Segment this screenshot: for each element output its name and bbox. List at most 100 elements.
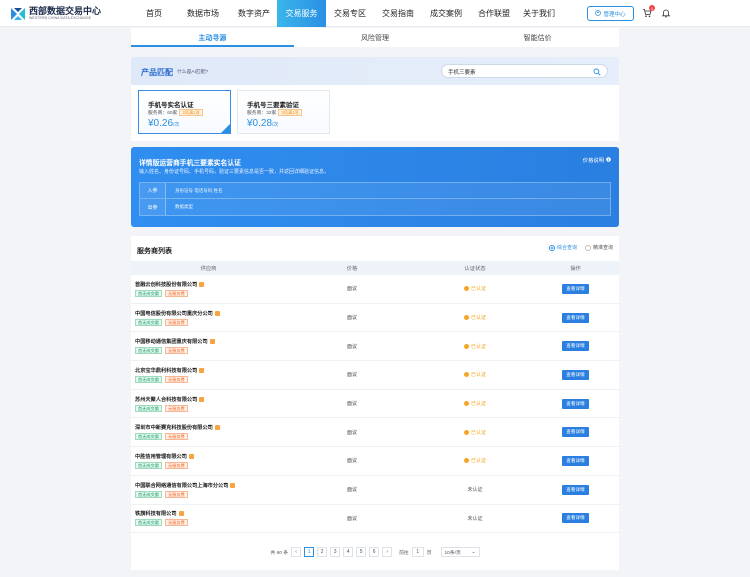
product-card-price: ¥0.28 [247, 118, 273, 129]
supplier-name-text: 北京宝华鼎利科技有限公司 [135, 367, 198, 374]
product-search-input[interactable] [448, 67, 588, 76]
col-header-action: 操作 [570, 266, 581, 272]
detail-title: 详情版运营商手机三要素实名认证 [139, 160, 241, 167]
verified-badge-icon [199, 396, 205, 402]
nav-item-7[interactable]: 合作联盟 [470, 0, 518, 27]
table-row: 中胜信用管理有限公司 首无成交量 无服务费 面议 已认证 查看详情 [131, 447, 619, 476]
page-number-button[interactable]: 6 [369, 547, 380, 557]
page-number-button[interactable]: 2 [317, 547, 328, 557]
supplier-tag: 首无成交量 [135, 433, 162, 441]
next-page-icon[interactable]: › [382, 547, 393, 557]
cart-icon[interactable]: 1 [642, 5, 655, 18]
goto-label: 前往 [399, 550, 409, 556]
product-card-title: 手机号三要素验证 [247, 102, 299, 109]
nav-item-6[interactable]: 成交案例 [422, 0, 470, 27]
view-details-button[interactable]: 查看详情 [562, 283, 589, 294]
supplier-name[interactable]: 铁旗科技有限公司 [135, 510, 286, 517]
view-details-button[interactable]: 查看详情 [562, 312, 589, 323]
view-details-button[interactable]: 查看详情 [562, 427, 589, 438]
view-details-button[interactable]: 查看详情 [562, 341, 589, 352]
nav-item-0[interactable]: 首页 [133, 0, 175, 27]
manage-center-button[interactable]: 管理中心 [587, 6, 634, 21]
supplier-name[interactable]: 苏州天聚人合科技有限公司 [135, 396, 286, 403]
bell-icon[interactable] [661, 8, 671, 18]
supplier-tag: 无服务费 [164, 461, 188, 469]
page-number-button[interactable]: 5 [356, 547, 367, 557]
verified-status-icon [463, 372, 469, 378]
status-text: 已认证 [470, 315, 486, 322]
info-icon [606, 156, 611, 164]
status-text: 已认证 [470, 401, 486, 408]
supplier-name[interactable]: 中国移动通信集团重庆有限公司 [135, 338, 286, 345]
nav-item-4[interactable]: 交易专区 [326, 0, 374, 27]
query-mode-radios: 综合查询 精准查询 [548, 244, 613, 251]
price-explanation-link[interactable]: 价格说明 [583, 156, 611, 164]
page-number-button[interactable]: 1 [304, 547, 315, 557]
supplier-cell: 苏州天聚人合科技有限公司 首无成交量 无服务费 [131, 390, 286, 418]
tab-active-sourcing[interactable]: 主动寻源 [131, 28, 294, 47]
supplier-name[interactable]: 北京宝华鼎利科技有限公司 [135, 367, 286, 374]
supplier-name[interactable]: 中国电信股份有限公司重庆分公司 [135, 310, 286, 317]
action-cell: 查看详情 [532, 505, 619, 533]
radio-dot [584, 244, 591, 251]
supplier-name[interactable]: 中国联合网络通信有限公司上海市分公司 [135, 482, 286, 489]
supplier-name[interactable]: 中胜信用管理有限公司 [135, 453, 286, 460]
verified-badge-icon [178, 511, 184, 517]
page-size-select[interactable]: 10条/页 ⌄ [440, 547, 480, 557]
supplier-cell: 中国联合网络通信有限公司上海市分公司 首无成交量 无服务费 [131, 476, 286, 504]
page-number-button[interactable]: 3 [330, 547, 341, 557]
supplier-tag: 无服务费 [164, 318, 188, 326]
nav-item-8[interactable]: 关于我们 [518, 0, 560, 27]
tab-smart-valuation[interactable]: 智能估价 [456, 28, 619, 47]
page-size-value: 10条/页 [444, 550, 461, 556]
pagination: 共 60 条 ‹ 123456 › 前往 1 页 10条/页 ⌄ [131, 545, 619, 559]
radio-dot [548, 244, 555, 251]
page-number-button[interactable]: 4 [343, 547, 354, 557]
supplier-name[interactable]: 深圳市中新赛克科技股份有限公司 [135, 424, 286, 431]
price-cell: 面议 [346, 286, 357, 293]
table-header: 供应商 价格 认证状态 操作 [131, 261, 619, 275]
supplier-cell: 首融云创科技股份有限公司 首无成交量 无服务费 [131, 275, 286, 303]
supplier-cell: 中国电信股份有限公司重庆分公司 首无成交量 无服务费 [131, 304, 286, 332]
status-text: 未认证 [467, 487, 483, 494]
input-params-value: 身份证号 电话号码 姓名 [166, 183, 610, 198]
goto-page-input[interactable]: 1 [411, 547, 424, 557]
product-card-title: 手机号实名认证 [148, 102, 194, 109]
nav-item-3[interactable]: 交易服务 [277, 0, 326, 27]
table-row: 首融云创科技股份有限公司 首无成交量 无服务费 面议 已认证 查看详情 [131, 275, 619, 304]
verified-badge-icon [199, 367, 205, 373]
status-cell: 已认证 [418, 447, 532, 475]
nav-item-5[interactable]: 交易指南 [374, 0, 422, 27]
precise-query-radio[interactable]: 精准查询 [584, 244, 613, 251]
view-details-button[interactable]: 查看详情 [562, 369, 589, 380]
table-row: 中国移动通信集团重庆有限公司 首无成交量 无服务费 面议 已认证 查看详情 [131, 332, 619, 362]
nav-item-2[interactable]: 数字资产 [231, 0, 277, 27]
comprehensive-query-radio[interactable]: 综合查询 [548, 244, 577, 251]
verified-badge-icon [214, 425, 220, 431]
supplier-tag: 无服务费 [164, 404, 188, 412]
detail-description: 输入姓名、身份证号码、手机号码，验证三要素信息是否一致，并返回详细验证信息。 [139, 169, 330, 175]
verified-status-icon [463, 343, 469, 349]
tab-risk-management[interactable]: 风险管理 [294, 28, 457, 47]
provider-rows: 首融云创科技股份有限公司 首无成交量 无服务费 面议 已认证 查看详情 中国电信… [131, 275, 619, 534]
status-cell: 已认证 [418, 418, 532, 446]
verified-badge-icon [188, 453, 194, 459]
search-icon[interactable] [593, 68, 601, 76]
supplier-cell: 中国移动通信集团重庆有限公司 首无成交量 无服务费 [131, 332, 286, 360]
nav-item-1[interactable]: 数据市场 [175, 0, 231, 27]
status-text: 已认证 [470, 429, 486, 436]
product-match-bar: 产品匹配 什么是AI匹配? [131, 57, 619, 85]
radio-label: 精准查询 [592, 245, 613, 251]
supplier-tag: 无服务费 [164, 347, 188, 355]
prev-page-icon[interactable]: ‹ [291, 547, 302, 557]
supplier-name[interactable]: 首融云创科技股份有限公司 [135, 281, 286, 288]
product-card-mobile-three-factor[interactable]: 手机号三要素验证 服务商：32家 3项满1项 ¥0.28/次 [237, 90, 330, 134]
product-card-mobile-realname[interactable]: 手机号实名认证 服务商：60家 3项满1项 ¥0.26/次 [138, 90, 231, 134]
view-details-button[interactable]: 查看详情 [562, 455, 589, 466]
view-details-button[interactable]: 查看详情 [562, 398, 589, 409]
logo[interactable]: 西部数据交易中心 WESTERN CHINA DATA EXCHANGE [10, 6, 101, 21]
status-cell: 已认证 [418, 361, 532, 389]
ai-match-help-link[interactable]: 什么是AI匹配? [177, 68, 208, 75]
view-details-button[interactable]: 查看详情 [562, 513, 589, 524]
view-details-button[interactable]: 查看详情 [562, 484, 589, 495]
